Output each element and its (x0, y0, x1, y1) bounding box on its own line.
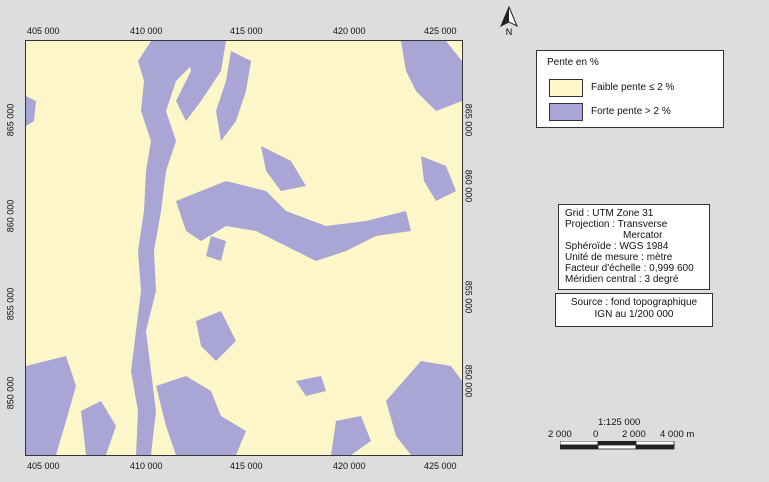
x-tick-top: 425 000 (424, 26, 457, 36)
steep-zone (26, 96, 36, 126)
x-tick-bottom: 425 000 (424, 461, 457, 471)
source-line-2: IGN au 1/200 000 (594, 309, 674, 320)
scale-label: 4 000 m (660, 429, 695, 440)
info-scale-factor: Facteur d'échelle : 0,999 600 (565, 263, 694, 274)
info-meridian: Méridien central : 3 degré (565, 274, 679, 285)
steep-zone (386, 361, 462, 455)
scale-ratio: 1:125 000 (598, 417, 641, 428)
y-tick-left: 860 000 (5, 199, 16, 233)
scale-label: 2 000 (622, 429, 646, 440)
scale-bar-graphic (560, 441, 675, 450)
info-spheroid: Sphéroïde : WGS 1984 (565, 241, 669, 252)
y-tick-right: 855 000 (463, 280, 474, 314)
y-tick-left: 865 000 (5, 103, 16, 137)
slope-patches (26, 41, 462, 455)
steep-zone (196, 311, 236, 361)
y-tick-right: 850 000 (463, 364, 474, 398)
x-tick-bottom: 410 000 (130, 461, 163, 471)
projection-info: Grid : UTM Zone 31 Projection : Transver… (558, 204, 710, 290)
steep-zone (206, 236, 226, 261)
steep-zone (81, 401, 116, 455)
y-tick-right: 865 000 (463, 103, 474, 137)
y-tick-left: 855 000 (5, 287, 16, 321)
steep-zone (26, 356, 76, 455)
info-projection-cont: Mercator (623, 230, 663, 241)
steep-zone (421, 156, 456, 201)
source-box: Source : fond topographique IGN au 1/200… (555, 293, 713, 327)
steep-zone (261, 146, 306, 191)
north-arrow-icon: N (500, 6, 518, 36)
info-projection: Projection : Transverse (565, 219, 668, 230)
x-tick-top: 405 000 (27, 26, 60, 36)
legend-swatch-low (549, 79, 583, 97)
x-tick-top: 415 000 (230, 26, 263, 36)
steep-zone (401, 41, 462, 111)
legend-label-high: Forte pente > 2 % (591, 106, 671, 117)
info-unit: Unité de mesure : mètre (565, 252, 673, 263)
legend-label-low: Faible pente ≤ 2 % (591, 82, 675, 93)
scale-bar: 1:125 000 2 000 0 2 000 4 000 m (548, 414, 748, 464)
x-tick-top: 410 000 (130, 26, 163, 36)
y-tick-left: 850 000 (5, 376, 16, 410)
x-tick-bottom: 420 000 (333, 461, 366, 471)
steep-zone (156, 376, 246, 455)
steep-zone (331, 416, 371, 455)
legend-swatch-high (549, 103, 583, 121)
steep-zone (296, 376, 326, 396)
scale-label: 0 (593, 429, 599, 440)
y-tick-right: 860 000 (463, 169, 474, 203)
legend-title: Pente en % (547, 57, 599, 68)
x-tick-bottom: 415 000 (230, 461, 263, 471)
slope-map (25, 40, 463, 456)
scale-label: 2 000 (548, 429, 572, 440)
legend: Pente en % Faible pente ≤ 2 % Forte pent… (536, 50, 724, 128)
info-grid: Grid : UTM Zone 31 (565, 208, 654, 219)
x-tick-bottom: 405 000 (27, 461, 60, 471)
source-line-1: Source : fond topographique (570, 297, 698, 308)
x-tick-top: 420 000 (333, 26, 366, 36)
north-label: N (506, 27, 513, 36)
